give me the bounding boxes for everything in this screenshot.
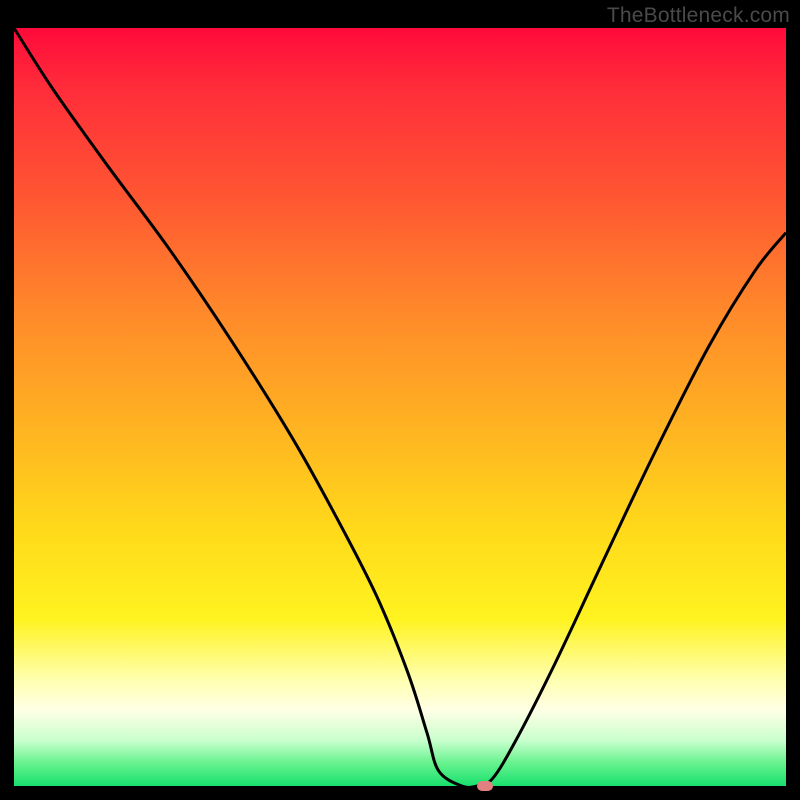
watermark-text: TheBottleneck.com <box>607 4 790 28</box>
chart-curve <box>14 28 786 786</box>
bottleneck-curve-line <box>14 28 786 787</box>
optimal-point-marker <box>477 781 493 791</box>
chart-plot-area <box>14 28 786 786</box>
